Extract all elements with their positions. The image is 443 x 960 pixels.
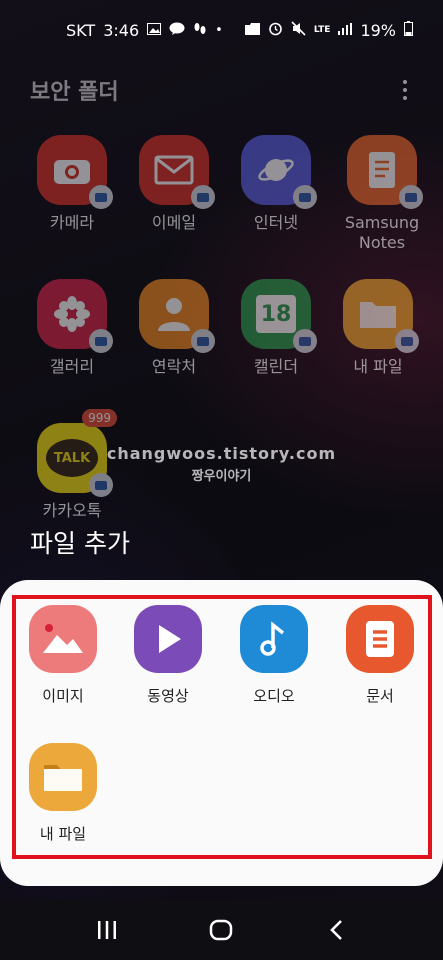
option-label: 내 파일 <box>39 825 87 843</box>
battery-percent: 19% <box>360 20 396 40</box>
image-icon <box>29 605 97 673</box>
notification-badge: 999 <box>82 409 117 427</box>
option-video[interactable]: 동영상 <box>118 605 218 706</box>
option-label: 이미지 <box>42 687 84 705</box>
calendar-day: 18 <box>256 295 296 333</box>
home-button[interactable] <box>191 900 251 960</box>
status-bar: SKT 3:46 • LTE 19% <box>0 0 443 60</box>
secure-badge-icon <box>191 185 215 209</box>
app-label: 카카오톡 <box>42 501 102 520</box>
app-label: 갤러리 <box>49 357 95 376</box>
folder-title: 보안 폴더 <box>30 80 119 105</box>
watermark: changwoos.tistory.com 짱우이야기 <box>0 444 443 484</box>
back-icon <box>329 920 342 940</box>
folder-icon <box>343 279 419 353</box>
secure-badge-icon <box>89 185 113 209</box>
mute-icon <box>291 21 306 39</box>
option-label: 오디오 <box>253 687 295 705</box>
my-files-icon <box>29 743 97 811</box>
app-camera[interactable]: 카메라 <box>24 135 120 233</box>
secure-badge-icon <box>293 329 317 353</box>
secure-badge-icon <box>89 329 113 353</box>
app-internet[interactable]: 인터넷 <box>228 135 324 233</box>
contacts-icon <box>139 279 215 353</box>
option-document[interactable]: 문서 <box>330 605 430 706</box>
gallery-icon <box>37 279 113 353</box>
lte-icon: LTE <box>313 24 331 35</box>
app-label: 이메일 <box>151 213 197 232</box>
camera-icon <box>37 135 113 209</box>
app-samsung-notes[interactable]: Samsung Notes <box>330 135 434 253</box>
video-icon <box>134 605 202 673</box>
folder-header: 보안 폴더 <box>30 72 413 108</box>
secure-badge-icon <box>293 185 317 209</box>
home-icon <box>210 919 233 941</box>
secure-badge-icon <box>399 185 423 209</box>
navigation-bar <box>0 900 443 960</box>
email-icon <box>139 135 215 209</box>
app-gallery[interactable]: 갤러리 <box>24 279 120 377</box>
app-label: 연락처 <box>151 357 197 376</box>
option-audio[interactable]: 오디오 <box>224 605 324 706</box>
clock: 3:46 <box>103 20 140 40</box>
notes-icon <box>347 135 423 209</box>
app-label: 카메라 <box>49 213 95 232</box>
app-label: 인터넷 <box>253 213 299 232</box>
watermark-name: 짱우이야기 <box>191 469 252 484</box>
recent-apps-icon <box>98 921 117 939</box>
secure-folder-status-icon <box>244 22 260 38</box>
add-files-sheet: 이미지 동영상 오디오 문서 내 파일 <box>0 580 443 886</box>
app-email[interactable]: 이메일 <box>126 135 222 233</box>
app-contacts[interactable]: 연락처 <box>126 279 222 377</box>
app-label: 내 파일 <box>353 357 403 376</box>
steps-notification-icon <box>193 22 207 39</box>
gallery-notification-icon <box>147 22 162 38</box>
secure-badge-icon <box>395 329 419 353</box>
internet-icon <box>241 135 317 209</box>
secure-badge-icon <box>191 329 215 353</box>
watermark-url: changwoos.tistory.com <box>106 444 337 463</box>
carrier: SKT <box>66 20 96 40</box>
calendar-icon: 18 <box>241 279 317 353</box>
app-my-files[interactable]: 내 파일 <box>330 279 426 377</box>
app-label: Samsung Notes <box>344 213 420 252</box>
more-notifications-dot-icon: • <box>215 22 223 38</box>
app-calendar[interactable]: 18 캘린더 <box>228 279 324 377</box>
signal-icon <box>338 22 353 38</box>
battery-icon <box>404 21 413 39</box>
option-my-files[interactable]: 내 파일 <box>13 743 113 844</box>
add-files-title: 파일 추가 <box>30 529 130 558</box>
back-button[interactable] <box>306 900 366 960</box>
option-image[interactable]: 이미지 <box>13 605 113 706</box>
recent-apps-button[interactable] <box>77 900 137 960</box>
document-icon <box>346 605 414 673</box>
option-label: 동영상 <box>147 687 189 705</box>
more-options-icon[interactable] <box>397 74 413 106</box>
app-label: 캘린더 <box>253 357 299 376</box>
option-label: 문서 <box>366 687 394 705</box>
talk-notification-icon <box>169 22 185 38</box>
audio-icon <box>240 605 308 673</box>
alarm-icon <box>268 21 283 39</box>
